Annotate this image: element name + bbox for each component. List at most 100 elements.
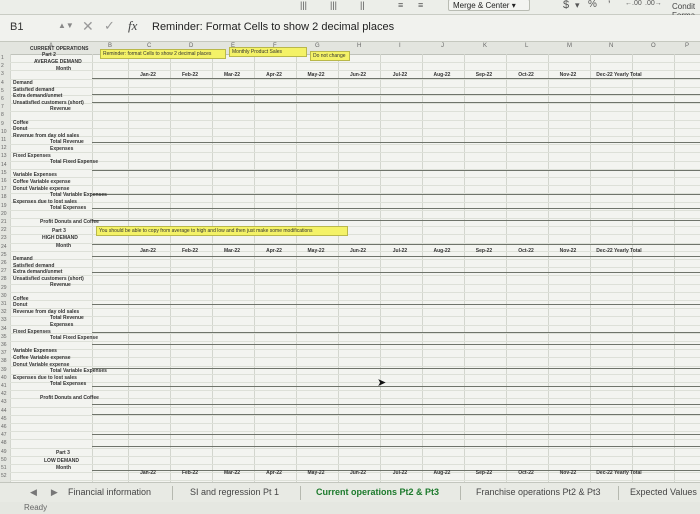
row-number[interactable]: 38 [1, 358, 7, 364]
row-number[interactable]: 51 [1, 465, 7, 471]
name-box[interactable]: B1 [6, 18, 60, 36]
row-number[interactable]: 46 [1, 424, 7, 430]
row-number[interactable]: 47 [1, 432, 7, 438]
merge-center-button[interactable]: Merge & Center ▾ [448, 0, 530, 11]
row-number[interactable]: 39 [1, 367, 7, 373]
row-number[interactable]: 15 [1, 170, 7, 176]
tab-si-regression[interactable]: SI and regression Pt 1 [190, 487, 279, 497]
gridline-horizontal [10, 209, 700, 211]
chevron-down-icon[interactable]: ▾ [575, 0, 580, 12]
align-bottom-icon[interactable]: || [360, 0, 365, 12]
row-number[interactable]: 29 [1, 285, 7, 291]
indent-decrease-icon[interactable]: ≡ [398, 0, 403, 12]
row-number[interactable]: 3 [1, 71, 4, 77]
row-number[interactable]: 16 [1, 178, 7, 184]
tab-franchise-operations[interactable]: Franchise operations Pt2 & Pt3 [476, 487, 601, 497]
column-header[interactable]: I [399, 43, 401, 49]
column-header[interactable]: P [685, 43, 689, 49]
row-number[interactable]: 14 [1, 162, 7, 168]
row-number[interactable]: 49 [1, 449, 7, 455]
row-number[interactable]: 52 [1, 473, 7, 479]
row-number[interactable]: 4 [1, 80, 4, 86]
row-number[interactable]: 18 [1, 194, 7, 200]
row-number[interactable]: 41 [1, 383, 7, 389]
row-number[interactable]: 33 [1, 317, 7, 323]
formula-content[interactable]: Reminder: Format Cells to show 2 decimal… [152, 21, 394, 33]
percent-format-button[interactable]: % [588, 0, 597, 11]
table-border [92, 194, 700, 195]
monthly-product-sales-note[interactable]: Monthly Product Sales [229, 47, 307, 57]
copy-instructions-note[interactable]: You should be able to copy from average … [96, 226, 348, 236]
align-top-icon[interactable]: ||| [300, 0, 307, 12]
row-number[interactable]: 30 [1, 293, 7, 299]
row-number[interactable]: 35 [1, 334, 7, 340]
row-number[interactable]: 2 [1, 63, 4, 69]
row-number[interactable]: 12 [1, 145, 7, 151]
column-header[interactable]: H [357, 43, 361, 49]
column-header[interactable]: G [315, 43, 320, 49]
spreadsheet-grid[interactable]: ABCDEFGHIJKLMNOP 1 2 3 4 5 6 7 8 9 10 11 12 13 14 15 16… [0, 42, 700, 482]
row-number[interactable]: 5 [1, 88, 4, 94]
do-not-change-note[interactable]: Do not change [310, 51, 350, 61]
function-icon[interactable]: fx [128, 18, 137, 34]
column-header[interactable]: L [525, 43, 528, 49]
row-number[interactable]: 9 [1, 121, 4, 127]
tab-expected-values[interactable]: Expected Values [630, 487, 697, 497]
column-header[interactable]: K [483, 43, 487, 49]
column-header[interactable]: M [567, 43, 572, 49]
confirm-icon[interactable]: ✓ [104, 18, 115, 34]
row-number[interactable]: 22 [1, 227, 7, 233]
tab-financial-information[interactable]: Financial information [68, 487, 151, 497]
indent-increase-icon[interactable]: ≡ [418, 0, 423, 12]
row-number[interactable]: 21 [1, 219, 7, 225]
gridline-horizontal [10, 316, 700, 318]
decrease-decimal-icon[interactable]: .00→ [645, 0, 662, 12]
row-label: Donut Variable expense [13, 361, 70, 368]
increase-decimal-icon[interactable]: ←.00 [625, 0, 642, 12]
row-number[interactable]: 20 [1, 211, 7, 217]
row-number[interactable]: 11 [1, 137, 6, 143]
row-number[interactable]: 34 [1, 326, 7, 332]
row-number[interactable]: 6 [1, 96, 4, 102]
row-number[interactable]: 42 [1, 391, 7, 397]
month-header: Apr-22 [266, 248, 282, 254]
name-box-stepper-icon[interactable]: ▲▼ [58, 21, 74, 30]
column-header[interactable]: N [609, 43, 613, 49]
row-number[interactable]: 27 [1, 268, 7, 274]
currency-format-button[interactable]: $ [563, 0, 569, 11]
row-number[interactable]: 13 [1, 153, 7, 159]
sheet-tabs-bar: ◀▶ Financial information SI and regressi… [0, 482, 700, 503]
row-number[interactable]: 23 [1, 235, 7, 241]
tab-scroll-icon[interactable]: ◀▶ [30, 487, 72, 498]
row-number[interactable]: 43 [1, 399, 7, 405]
row-number[interactable]: 25 [1, 252, 7, 258]
row-number[interactable]: 10 [1, 129, 7, 135]
row-number[interactable]: 24 [1, 244, 7, 250]
row-number[interactable]: 1 [1, 55, 4, 61]
row-number[interactable]: 50 [1, 457, 7, 463]
row-number[interactable]: 32 [1, 309, 7, 315]
row-label: Coffee Variable expense [13, 355, 71, 361]
row-number[interactable]: 17 [1, 186, 7, 192]
row-number[interactable]: 40 [1, 375, 7, 381]
row-number[interactable]: 28 [1, 276, 7, 282]
row-number[interactable]: 26 [1, 260, 7, 266]
column-header[interactable]: O [651, 43, 656, 49]
tab-current-operations[interactable]: Current operations Pt2 & Pt3 [316, 487, 439, 497]
row-number[interactable]: 36 [1, 342, 7, 348]
row-number[interactable]: 19 [1, 203, 7, 209]
row-number[interactable]: 45 [1, 416, 7, 422]
row-number[interactable]: 44 [1, 408, 7, 414]
row-number[interactable]: 31 [1, 301, 7, 307]
row-number[interactable]: 8 [1, 112, 4, 118]
row-number[interactable]: 37 [1, 350, 7, 356]
month-header: Apr-22 [266, 470, 282, 476]
align-middle-icon[interactable]: ||| [330, 0, 337, 12]
row-number[interactable]: 48 [1, 440, 7, 446]
column-header[interactable]: J [441, 43, 444, 49]
format-reminder-note[interactable]: Reminder: format Cells to show 2 decimal… [100, 49, 226, 59]
row-number[interactable]: 7 [1, 104, 4, 110]
mouse-pointer-icon: ➤ [377, 377, 387, 389]
comma-style-button[interactable]: ’ [608, 0, 610, 11]
cancel-icon[interactable]: ✕ [82, 18, 94, 35]
